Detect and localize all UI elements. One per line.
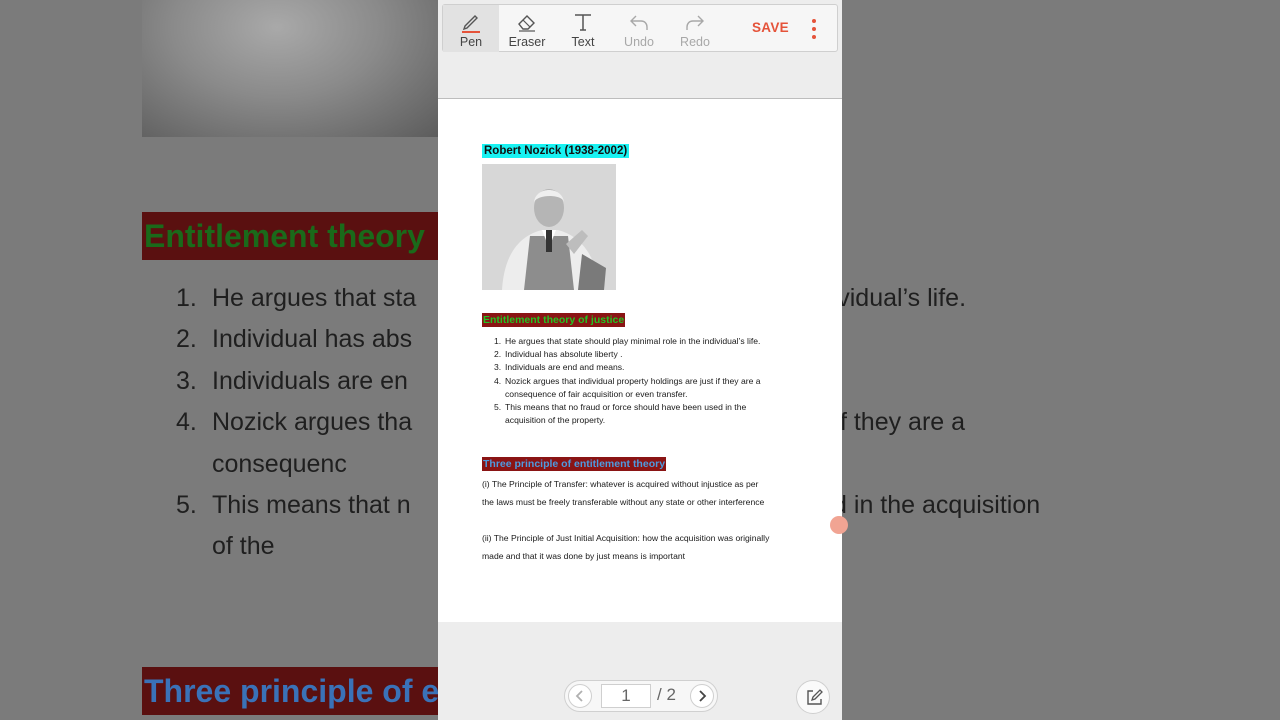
list-item: 5. This means that no fraud or force shou… [494, 402, 747, 426]
list-item: 2. Individual has absolute liberty . [494, 349, 623, 360]
eraser-icon [499, 5, 555, 35]
document-viewer: Pen Eraser Text Undo Redo SAVE Robert No… [438, 0, 842, 720]
list-item: 1. He argues that state should play minim… [494, 336, 761, 346]
page-navigator: 1 / 2 [564, 680, 718, 712]
text-icon [555, 5, 611, 35]
prev-page-button[interactable] [568, 684, 592, 708]
background-photo [142, 0, 442, 137]
export-edit-button[interactable] [796, 680, 830, 714]
background-heading-principles: Three principle of er [142, 667, 442, 715]
text-tool-button[interactable]: Text [555, 5, 611, 52]
page-total: / 2 [657, 685, 676, 704]
document-page: Robert Nozick (1938-2002) Entitlement th… [438, 99, 842, 622]
page-title: Robert Nozick (1938-2002) [482, 144, 630, 158]
chevron-right-icon [699, 690, 707, 702]
redo-button[interactable]: Redo [667, 5, 723, 52]
export-edit-icon [807, 689, 823, 705]
background-heading-entitlement: Entitlement theory [142, 212, 442, 260]
next-page-button[interactable] [690, 684, 714, 708]
section-heading-principles: Three principle of entitlement theory [482, 457, 667, 471]
undo-button[interactable]: Undo [611, 5, 667, 52]
save-button[interactable]: SAVE [752, 20, 789, 35]
entitlement-list: 1. He argues that state should play minim… [494, 335, 764, 427]
chevron-left-icon [575, 690, 583, 702]
principle-transfer: (i) The Principle of Transfer: whatever … [482, 479, 765, 508]
pen-icon [443, 5, 499, 35]
page-number-input[interactable]: 1 [601, 684, 651, 708]
undo-icon [611, 5, 667, 35]
more-vert-icon[interactable] [807, 17, 821, 41]
section-heading-entitlement: Entitlement theory of justice [482, 313, 626, 327]
principle-acquisition: (ii) The Principle of Just Initial Acqui… [482, 533, 770, 562]
eraser-tool-button[interactable]: Eraser [499, 5, 555, 52]
pen-tool-button[interactable]: Pen [443, 5, 499, 52]
redo-icon [667, 5, 723, 35]
list-item: 3. Individuals are end and means. [494, 362, 625, 373]
list-item: 4. Nozick argues that individual property… [494, 375, 761, 399]
portrait-photo [482, 164, 616, 290]
scroll-handle[interactable] [830, 516, 848, 534]
annotation-toolbar: Pen Eraser Text Undo Redo SAVE [442, 4, 838, 52]
